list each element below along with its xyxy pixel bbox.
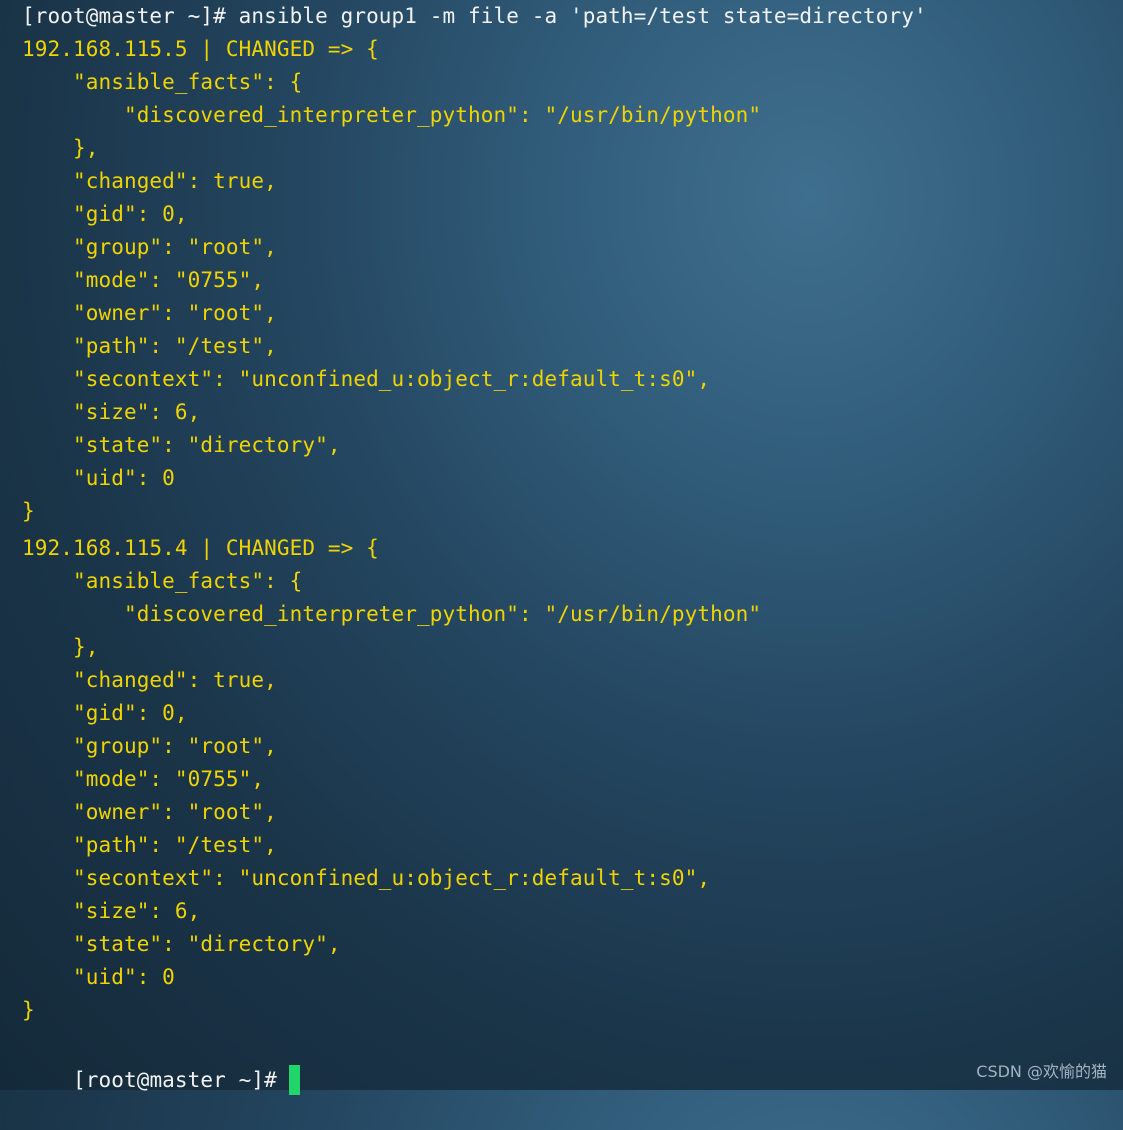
output-line: "state": "directory",: [22, 433, 341, 457]
output-line: "uid": 0: [22, 965, 175, 989]
cursor-block: [288, 1065, 300, 1095]
output-line: "changed": true,: [22, 169, 277, 193]
output-line: "size": 6,: [22, 400, 201, 424]
output-line: "ansible_facts": {: [22, 569, 303, 593]
output-line: "path": "/test",: [22, 833, 277, 857]
output-line: },: [22, 635, 99, 659]
output-line: "group": "root",: [22, 734, 277, 758]
output-line: "discovered_interpreter_python": "/usr/b…: [22, 103, 762, 127]
output-line: "owner": "root",: [22, 301, 277, 325]
output-line: "path": "/test",: [22, 334, 277, 358]
prompt-line[interactable]: [root@master ~]#: [22, 1031, 300, 1095]
output-line: "ansible_facts": {: [22, 70, 303, 94]
output-line: "changed": true,: [22, 668, 277, 692]
result-header: 192.168.115.4 | CHANGED => {: [22, 536, 379, 560]
output-line: "secontext": "unconfined_u:object_r:defa…: [22, 866, 711, 890]
output-line: "mode": "0755",: [22, 767, 265, 791]
output-line: "size": 6,: [22, 899, 201, 923]
output-line: "gid": 0,: [22, 701, 188, 725]
output-line: },: [22, 136, 99, 160]
prompt-text: [root@master ~]#: [72, 1068, 277, 1092]
output-line: "gid": 0,: [22, 202, 188, 226]
output-line: "group": "root",: [22, 235, 277, 259]
output-line: "owner": "root",: [22, 800, 277, 824]
output-line: "secontext": "unconfined_u:object_r:defa…: [22, 367, 711, 391]
output-line: "discovered_interpreter_python": "/usr/b…: [22, 602, 762, 626]
result-header: 192.168.115.5 | CHANGED => {: [22, 37, 379, 61]
result-closing-brace: }: [22, 998, 35, 1022]
command-line: [root@master ~]# ansible group1 -m file …: [22, 4, 927, 28]
output-line: "mode": "0755",: [22, 268, 265, 292]
watermark: CSDN @欢愉的猫: [976, 1062, 1107, 1081]
output-line: "state": "directory",: [22, 932, 341, 956]
result-closing-brace: }: [22, 499, 35, 523]
terminal-window[interactable]: [root@master ~]# ansible group1 -m file …: [22, 0, 1112, 1095]
output-line: "uid": 0: [22, 466, 175, 490]
